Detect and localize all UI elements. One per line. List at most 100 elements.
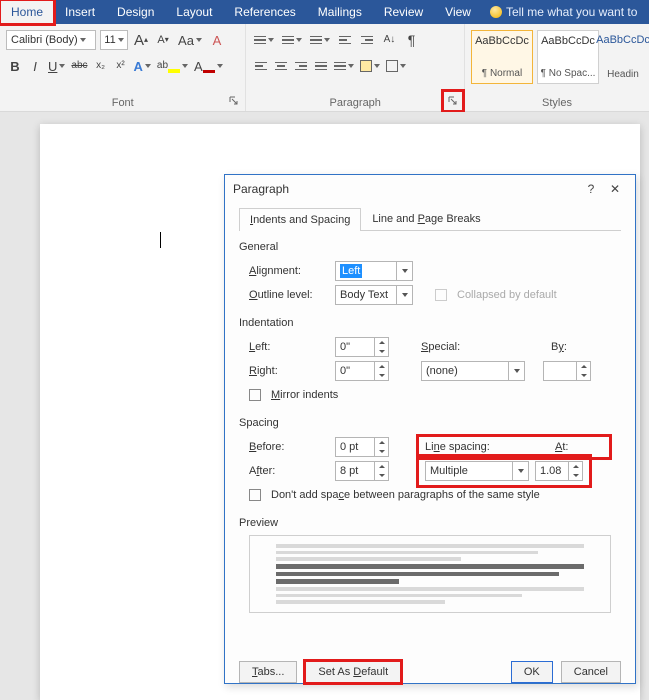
font-size-combo[interactable]: 11 [100,30,128,50]
style-no-spacing[interactable]: AaBbCcDc ¶ No Spac... [537,30,599,84]
shrink-font-button[interactable]: A▾ [154,30,172,50]
dialog-title: Paragraph [233,182,579,196]
group-paragraph: A↓ ¶ Paragraph [246,24,464,111]
label-indent-left: Left: [249,341,329,353]
tab-home[interactable]: Home [0,0,54,24]
section-general: General Alignment: Left Outline level: B… [239,241,621,307]
label-alignment: Alignment: [249,265,329,277]
label-before: Before: [249,441,329,453]
show-hide-button[interactable]: ¶ [402,30,420,50]
heading-general: General [239,241,621,253]
tell-me-label: Tell me what you want to [506,5,637,19]
group-styles-label: Styles [465,97,649,109]
at-spin[interactable]: 1.08 [535,461,583,481]
italic-button[interactable]: I [26,56,44,76]
help-button[interactable]: ? [579,182,603,196]
group-font: Calibri (Body) 11 A▴ A▾ Aa A B I U abc x… [0,24,245,111]
numbering-button[interactable] [280,30,304,50]
paragraph-dialog: Paragraph ? ✕ Indents and Spacing Line a… [224,174,636,684]
subscript-button[interactable]: x₂ [92,56,110,76]
section-preview: Preview [239,517,621,613]
group-paragraph-label: Paragraph [246,97,464,109]
multilevel-list-button[interactable] [308,30,332,50]
align-center-button[interactable] [272,56,290,76]
heading-indentation: Indentation [239,317,621,329]
heading-preview: Preview [239,517,621,529]
group-font-label: Font [0,97,245,109]
ribbon-tabs: Home Insert Design Layout References Mai… [0,0,649,24]
label-special: Special: [421,341,491,353]
strikethrough-button[interactable]: abc [69,56,89,76]
style-heading1[interactable]: AaBbCcDc Headin [603,30,643,84]
ok-button[interactable]: OK [511,661,553,683]
align-right-button[interactable] [292,56,310,76]
group-styles: AaBbCcDc ¶ Normal AaBbCcDc ¶ No Spac... … [465,24,649,111]
outline-level-combo[interactable]: Body Text [335,285,413,305]
decrease-indent-button[interactable] [336,30,354,50]
shading-button[interactable] [358,56,382,76]
document-area: Paragraph ? ✕ Indents and Spacing Line a… [0,112,649,700]
special-combo[interactable]: (none) [421,361,525,381]
label-indent-right: Right: [249,365,329,377]
bulb-icon [490,6,502,18]
label-outline-level: Outline level: [249,289,329,301]
change-case-button[interactable]: Aa [176,30,204,50]
tab-mailings[interactable]: Mailings [307,0,373,24]
close-button[interactable]: ✕ [603,182,627,196]
set-as-default-button[interactable]: Set As Default [305,661,401,683]
preview-box [249,535,611,613]
after-spin[interactable]: 8 pt [335,461,389,481]
cancel-button[interactable]: Cancel [561,661,621,683]
increase-indent-button[interactable] [358,30,376,50]
before-spin[interactable]: 0 pt [335,437,389,457]
section-spacing: Spacing Before: 0 pt Line spacing: At: A… [239,417,621,507]
dialog-titlebar[interactable]: Paragraph ? ✕ [225,175,635,203]
tab-line-page-breaks[interactable]: Line and Page Breaks [361,207,491,230]
label-mirror-indents: Mirror indents [271,389,338,401]
tabs-button[interactable]: Tabs... [239,661,297,683]
bold-button[interactable]: B [6,56,24,76]
line-spacing-button[interactable] [332,56,356,76]
label-by: By: [551,341,599,353]
tab-review[interactable]: Review [373,0,434,24]
by-spin[interactable] [543,361,591,381]
sort-button[interactable]: A↓ [380,30,398,50]
heading-spacing: Spacing [239,417,621,429]
superscript-button[interactable]: x² [112,56,130,76]
label-at: At: [555,441,603,453]
indent-left-spin[interactable]: 0" [335,337,389,357]
bullets-button[interactable] [252,30,276,50]
tab-view[interactable]: View [434,0,482,24]
tab-layout[interactable]: Layout [165,0,223,24]
alignment-combo[interactable]: Left [335,261,413,281]
paint-bucket-icon [360,60,372,72]
underline-button[interactable]: U [46,56,67,76]
justify-button[interactable] [312,56,330,76]
font-color-button[interactable]: A [192,56,225,76]
tab-references[interactable]: References [223,0,306,24]
tab-design[interactable]: Design [106,0,165,24]
clear-formatting-button[interactable]: A [208,30,226,50]
indent-right-spin[interactable]: 0" [335,361,389,381]
text-effects-button[interactable]: A [132,56,153,76]
tab-insert[interactable]: Insert [54,0,106,24]
align-left-button[interactable] [252,56,270,76]
line-spacing-combo[interactable]: Multiple [425,461,529,481]
font-name-combo[interactable]: Calibri (Body) [6,30,96,50]
borders-button[interactable] [384,56,408,76]
text-cursor [160,232,161,248]
paragraph-dialog-launcher[interactable] [446,94,460,108]
tab-indents-spacing[interactable]: Indents and Spacing [239,208,361,231]
dialog-buttons: Tabs... Set As Default OK Cancel [225,653,635,683]
dialog-tabs: Indents and Spacing Line and Page Breaks [239,207,621,231]
style-normal[interactable]: AaBbCcDc ¶ Normal [471,30,533,84]
highlight-color-button[interactable]: ab [155,56,190,76]
section-indentation: Indentation Left: 0" Special: By: Right:… [239,317,621,407]
mirror-indents-checkbox[interactable] [249,389,261,401]
no-add-space-checkbox[interactable] [249,489,261,501]
collapsed-checkbox [435,289,447,301]
tell-me-search[interactable]: Tell me what you want to [482,0,637,24]
label-after: After: [249,465,329,477]
font-dialog-launcher[interactable] [227,94,241,108]
grow-font-button[interactable]: A▴ [132,30,150,50]
